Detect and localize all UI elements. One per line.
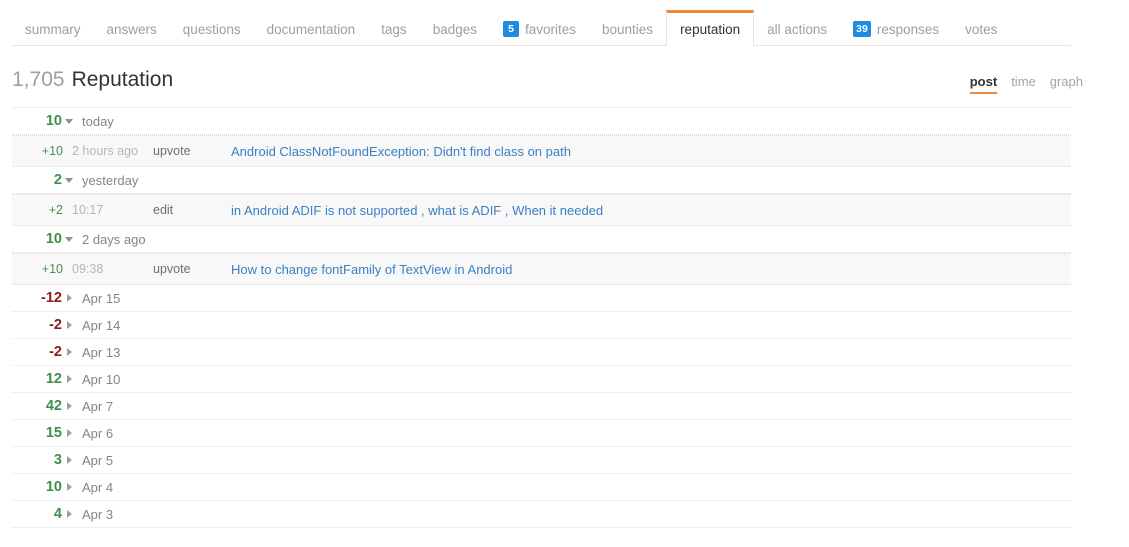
chevron-right-icon[interactable]: [62, 321, 76, 329]
chevron-right-icon[interactable]: [62, 294, 76, 302]
day-label: today: [82, 113, 114, 129]
reputation-day-row[interactable]: -12 Apr 15: [12, 285, 1071, 312]
tab-badges[interactable]: badges: [420, 12, 490, 46]
tab-label: responses: [876, 21, 940, 37]
chevron-right-icon[interactable]: [62, 510, 76, 518]
reputation-day-row[interactable]: 3 Apr 5: [12, 447, 1071, 474]
tab-reputation[interactable]: reputation: [666, 10, 755, 46]
chevron-down-icon[interactable]: [62, 118, 76, 124]
day-label: Apr 14: [82, 317, 121, 333]
chevron-right-icon[interactable]: [62, 456, 76, 464]
reputation-event-row: +10 09:38 upvote How to change fontFamily o…: [12, 253, 1071, 285]
day-total: -12: [41, 290, 62, 306]
event-action: upvote: [153, 262, 191, 276]
event-time: 10:17: [72, 203, 104, 217]
reputation-day-row[interactable]: 10 2 days ago: [12, 226, 1071, 253]
reputation-day-row[interactable]: 10 today: [12, 108, 1071, 135]
reputation-day-row[interactable]: -2 Apr 14: [12, 312, 1071, 339]
reputation-day-row[interactable]: 15 Apr 6: [12, 420, 1071, 447]
day-total: 12: [45, 371, 62, 387]
day-label: Apr 3: [82, 506, 114, 522]
day-label: Apr 13: [82, 344, 121, 360]
day-label: Apr 15: [82, 290, 121, 306]
tab-all-actions[interactable]: all actions: [754, 12, 840, 46]
view-switch: post time graph: [969, 74, 1117, 94]
tab-favorites[interactable]: 5 favorites: [490, 12, 589, 46]
day-total: 3: [53, 452, 62, 468]
tab-label: tags: [381, 21, 407, 37]
event-action: upvote: [153, 144, 191, 158]
day-label: Apr 4: [82, 479, 114, 495]
tab-bounties[interactable]: bounties: [589, 12, 666, 46]
view-option-graph[interactable]: graph: [1050, 74, 1083, 92]
day-total: 15: [45, 425, 62, 441]
chevron-down-icon[interactable]: [62, 177, 76, 183]
day-label: 2 days ago: [82, 231, 146, 247]
tab-label: documentation: [266, 21, 356, 37]
chevron-right-icon[interactable]: [62, 402, 76, 410]
tab-label: reputation: [680, 22, 741, 37]
event-points: +10: [41, 262, 63, 276]
tab-summary[interactable]: summary: [12, 12, 94, 46]
profile-tab-bar: summary answers questions documentation tags…: [0, 0, 1129, 46]
day-label: Apr 5: [82, 452, 114, 468]
reputation-list: 10 today +10 2 hours ago upvote Android Class…: [12, 108, 1117, 528]
event-time: 09:38: [72, 262, 104, 276]
reputation-count: 1,705: [12, 68, 65, 91]
tab-label: answers: [106, 21, 157, 37]
reputation-day-row[interactable]: -2 Apr 13: [12, 339, 1071, 366]
event-post-link[interactable]: in Android ADIF is not supported , what …: [231, 203, 603, 218]
chevron-right-icon[interactable]: [62, 348, 76, 356]
tab-label: all actions: [767, 21, 828, 37]
tab-label: questions: [182, 21, 241, 37]
tab-votes[interactable]: votes: [952, 12, 1010, 46]
tab-badge: 5: [502, 21, 519, 37]
chevron-right-icon[interactable]: [62, 483, 76, 491]
tab-responses[interactable]: 39 responses: [840, 12, 952, 46]
day-label: Apr 6: [82, 425, 114, 441]
day-label: Apr 7: [82, 398, 114, 414]
day-total: 4: [53, 506, 62, 522]
tab-tags[interactable]: tags: [368, 12, 420, 46]
event-time: 2 hours ago: [72, 144, 139, 158]
day-total: -2: [49, 317, 62, 333]
reputation-day-row[interactable]: 4 Apr 3: [12, 501, 1071, 528]
tab-documentation[interactable]: documentation: [254, 12, 369, 46]
tab-questions[interactable]: questions: [170, 12, 254, 46]
reputation-day-row[interactable]: 42 Apr 7: [12, 393, 1071, 420]
tab-label: votes: [965, 21, 998, 37]
tab-label: summary: [25, 21, 81, 37]
reputation-event-row: +2 10:17 edit in Android ADIF is not suppor…: [12, 194, 1071, 226]
day-total: 10: [45, 113, 62, 129]
reputation-day-row[interactable]: 2 yesterday: [12, 167, 1071, 194]
page-title-row: 1,705 Reputation post time graph: [12, 46, 1117, 108]
view-option-time[interactable]: time: [1011, 74, 1036, 92]
chevron-down-icon[interactable]: [62, 236, 76, 242]
day-total: -2: [49, 344, 62, 360]
tab-badge: 39: [853, 21, 871, 37]
day-total: 42: [45, 398, 62, 414]
page-title: Reputation: [71, 68, 174, 91]
day-total: 2: [53, 172, 62, 188]
reputation-day-row[interactable]: 10 Apr 4: [12, 474, 1071, 501]
day-total: 10: [45, 479, 62, 495]
view-option-post[interactable]: post: [969, 74, 998, 94]
chevron-right-icon[interactable]: [62, 375, 76, 383]
day-total: 10: [45, 231, 62, 247]
day-label: Apr 10: [82, 371, 121, 387]
event-post-link[interactable]: Android ClassNotFoundException: Didn't f…: [231, 144, 571, 159]
event-action: edit: [153, 203, 174, 217]
day-label: yesterday: [82, 172, 139, 188]
reputation-event-row: +10 2 hours ago upvote Android ClassNotFoun…: [12, 135, 1071, 167]
event-points: +10: [41, 144, 63, 158]
tab-label: bounties: [602, 21, 654, 37]
chevron-right-icon[interactable]: [62, 429, 76, 437]
tab-label: favorites: [524, 21, 577, 37]
tab-answers[interactable]: answers: [94, 12, 170, 46]
event-points: +2: [48, 203, 63, 217]
event-post-link[interactable]: How to change fontFamily of TextView in …: [231, 262, 512, 277]
tab-label: badges: [432, 21, 477, 37]
reputation-day-row[interactable]: 12 Apr 10: [12, 366, 1071, 393]
